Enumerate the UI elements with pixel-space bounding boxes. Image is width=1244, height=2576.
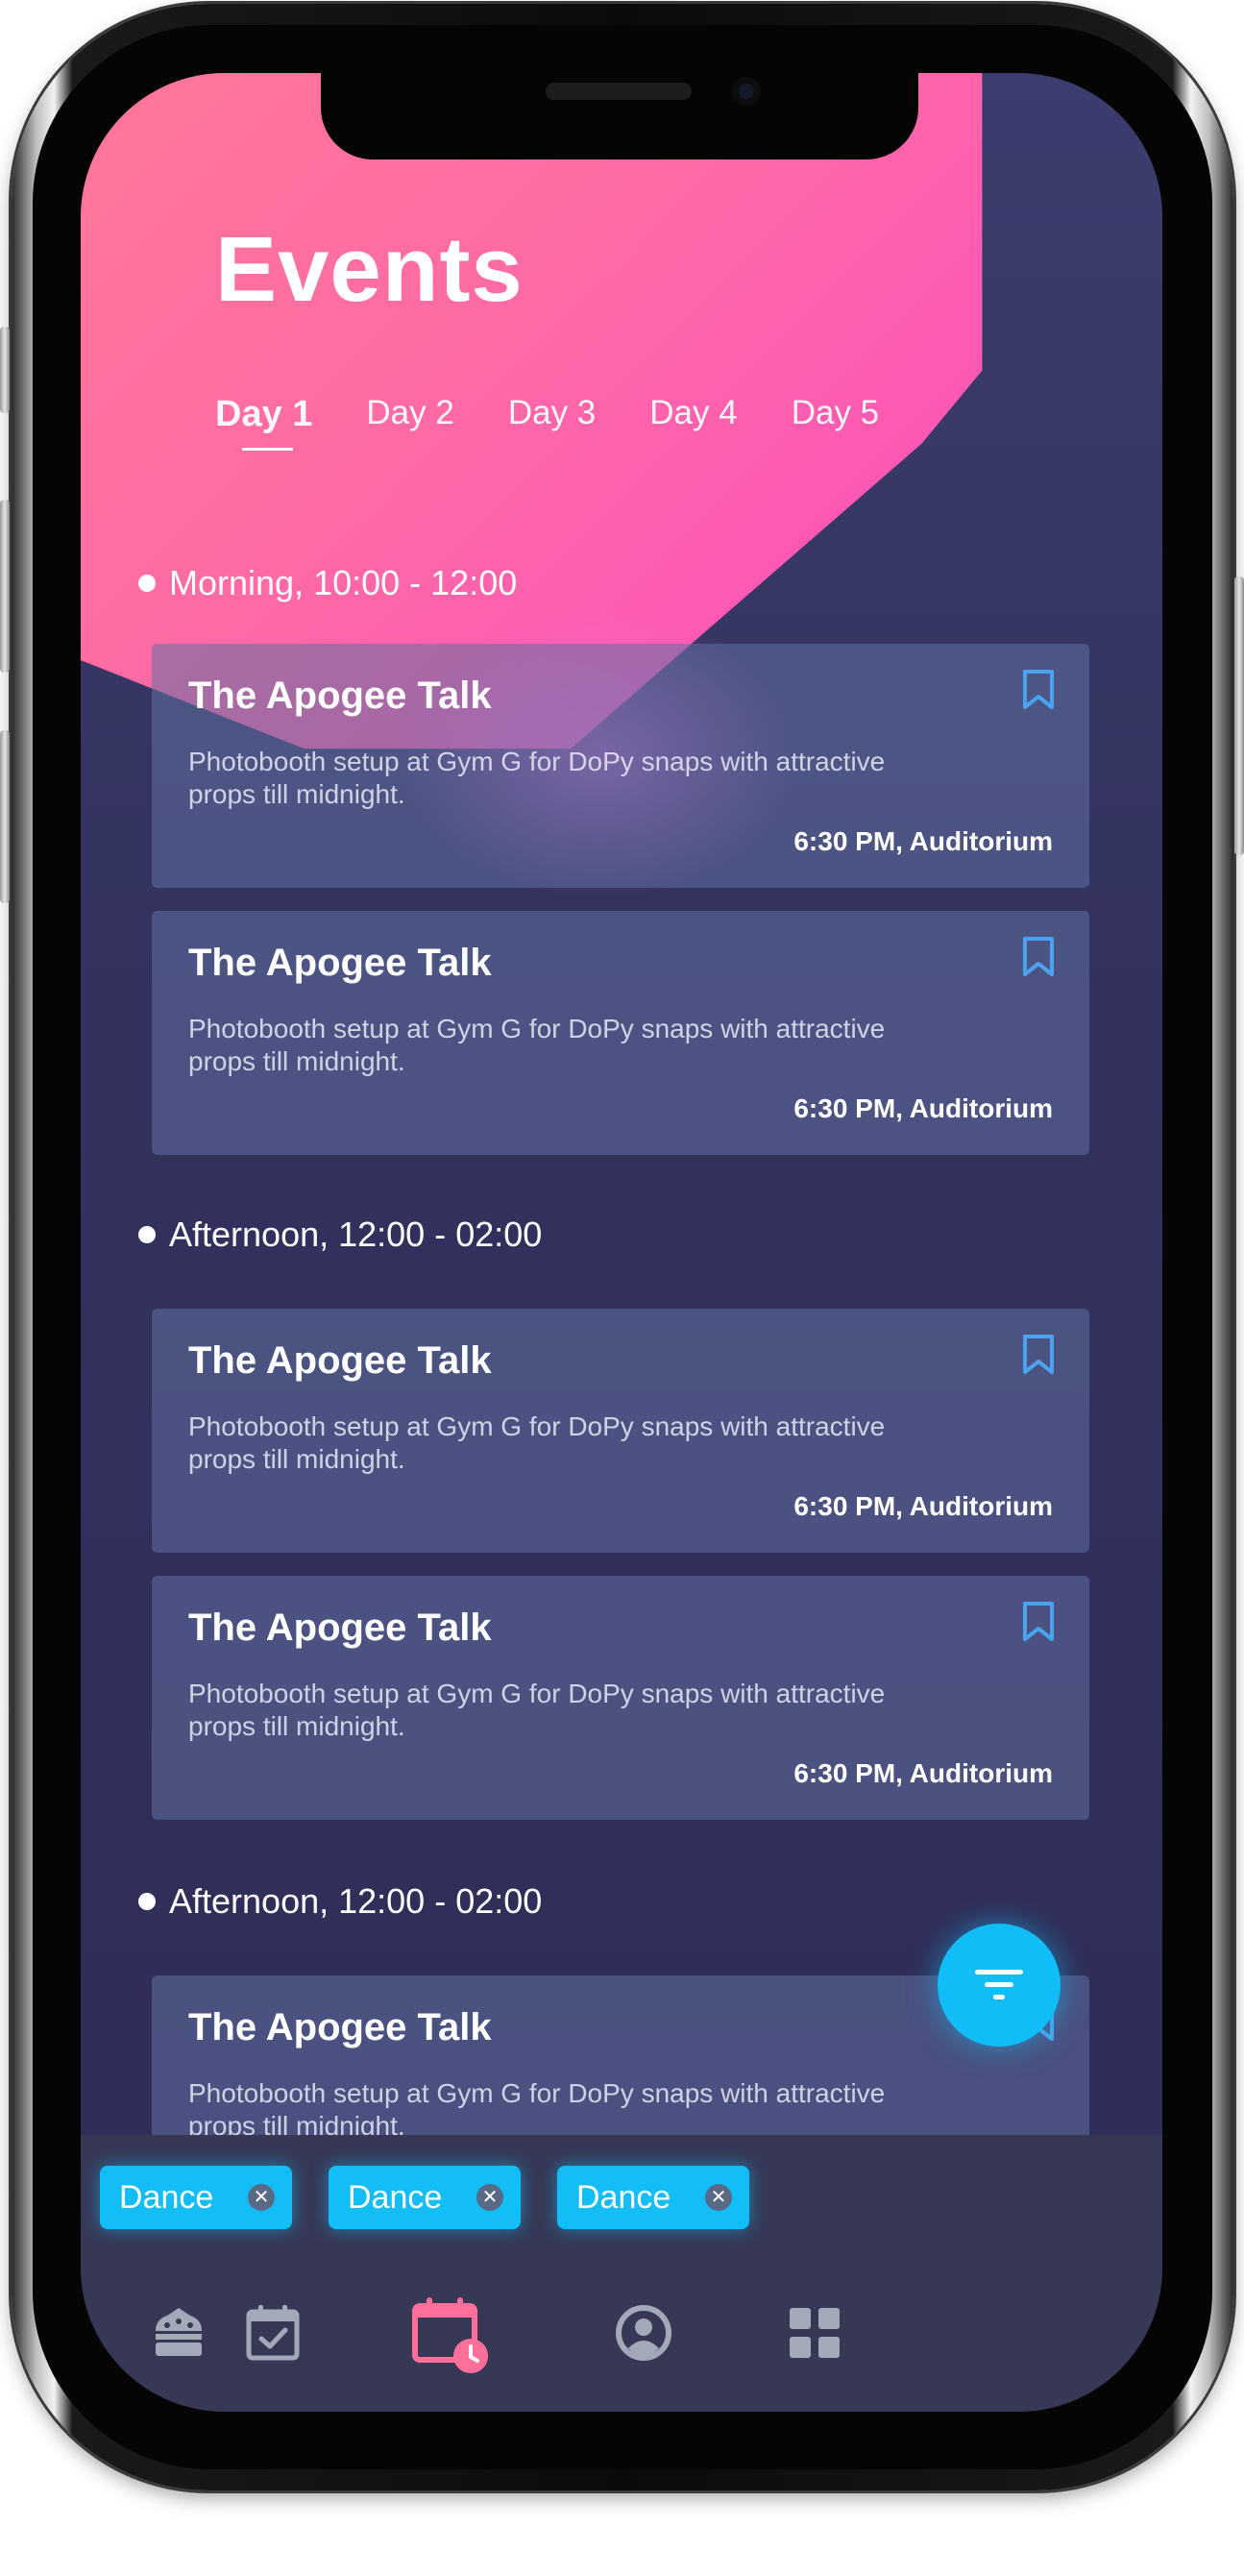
event-time-location: 6:30 PM, Auditorium <box>793 1093 1053 1123</box>
bookmark-icon[interactable] <box>1022 669 1055 711</box>
tab-day-5[interactable]: Day 5 <box>792 394 879 435</box>
event-description: Photobooth setup at Gym G for DoPy snaps… <box>188 1679 886 1741</box>
section-header-afternoon: Afternoon, 12:00 - 02:00 <box>138 1214 542 1255</box>
nav-schedule[interactable] <box>234 2294 311 2371</box>
filter-icon <box>975 1970 1023 1999</box>
event-title: The Apogee Talk <box>188 2006 492 2049</box>
speaker-grille <box>546 83 692 100</box>
home-icon <box>156 2308 202 2356</box>
event-title: The Apogee Talk <box>188 942 492 984</box>
filter-button[interactable] <box>938 1924 1061 2047</box>
section-bullet <box>138 575 156 592</box>
chip-label: Dance <box>119 2178 214 2216</box>
calendar-clock-icon <box>412 2297 488 2373</box>
event-title: The Apogee Talk <box>188 1607 492 1649</box>
power-button <box>1234 577 1244 855</box>
calendar-check-icon <box>246 2305 300 2361</box>
close-icon[interactable]: ✕ <box>248 2184 275 2211</box>
event-card[interactable]: The Apogee Talk Photobooth setup at Gym … <box>152 1309 1089 1553</box>
close-icon[interactable]: ✕ <box>705 2184 732 2211</box>
grid-icon <box>790 2308 840 2358</box>
day-tabs: Day 1 Day 2 Day 3 Day 4 Day 5 <box>215 394 933 451</box>
nav-more[interactable] <box>776 2294 853 2371</box>
volume-down-button <box>0 730 10 903</box>
tab-day-3[interactable]: Day 3 <box>508 394 596 435</box>
bookmark-icon[interactable] <box>1022 1601 1055 1643</box>
event-description: Photobooth setup at Gym G for DoPy snaps… <box>188 1014 886 1076</box>
nav-events[interactable] <box>407 2293 494 2379</box>
chip-label: Dance <box>576 2178 671 2216</box>
profile-icon <box>616 2305 671 2361</box>
section-title: Morning, 10:00 - 12:00 <box>169 563 518 602</box>
event-card[interactable]: The Apogee Talk Photobooth setup at Gym … <box>152 644 1089 888</box>
filter-chip[interactable]: Dance ✕ <box>329 2166 521 2229</box>
event-card[interactable]: The Apogee Talk Photobooth setup at Gym … <box>152 911 1089 1155</box>
section-bullet <box>138 1226 156 1243</box>
bookmark-icon[interactable] <box>1022 936 1055 978</box>
event-title: The Apogee Talk <box>188 1339 492 1382</box>
bookmark-icon[interactable] <box>1022 1334 1055 1376</box>
section-header-morning: Morning, 10:00 - 12:00 <box>138 563 517 603</box>
event-title: The Apogee Talk <box>188 675 492 717</box>
tab-day-1[interactable]: Day 1 <box>215 394 312 451</box>
tab-day-4[interactable]: Day 4 <box>649 394 737 435</box>
section-bullet <box>138 1893 156 1910</box>
event-description: Photobooth setup at Gym G for DoPy snaps… <box>188 2078 886 2141</box>
tab-day-2[interactable]: Day 2 <box>366 394 453 435</box>
device-notch <box>321 73 918 159</box>
front-camera <box>732 77 761 106</box>
event-time-location: 6:30 PM, Auditorium <box>793 1491 1053 1521</box>
event-time-location: 6:30 PM, Auditorium <box>793 1758 1053 1788</box>
nav-home[interactable] <box>140 2294 217 2371</box>
nav-profile[interactable] <box>605 2294 682 2371</box>
chip-label: Dance <box>348 2178 443 2216</box>
app-screen: Events Day 1 Day 2 Day 3 Day 4 Day 5 Mor… <box>81 73 1162 2412</box>
event-description: Photobooth setup at Gym G for DoPy snaps… <box>188 1411 886 1474</box>
close-icon[interactable]: ✕ <box>476 2184 503 2211</box>
side-button <box>0 327 10 413</box>
volume-up-button <box>0 500 10 673</box>
filter-chip[interactable]: Dance ✕ <box>100 2166 292 2229</box>
event-time-location: 6:30 PM, Auditorium <box>793 826 1053 856</box>
page-title: Events <box>215 218 524 321</box>
event-description: Photobooth setup at Gym G for DoPy snaps… <box>188 747 886 809</box>
filter-chip[interactable]: Dance ✕ <box>557 2166 749 2229</box>
event-card[interactable]: The Apogee Talk Photobooth setup at Gym … <box>152 1576 1089 1820</box>
section-header-afternoon-2: Afternoon, 12:00 - 02:00 <box>138 1881 542 1922</box>
section-title: Afternoon, 12:00 - 02:00 <box>169 1214 543 1254</box>
section-title: Afternoon, 12:00 - 02:00 <box>169 1881 543 1921</box>
